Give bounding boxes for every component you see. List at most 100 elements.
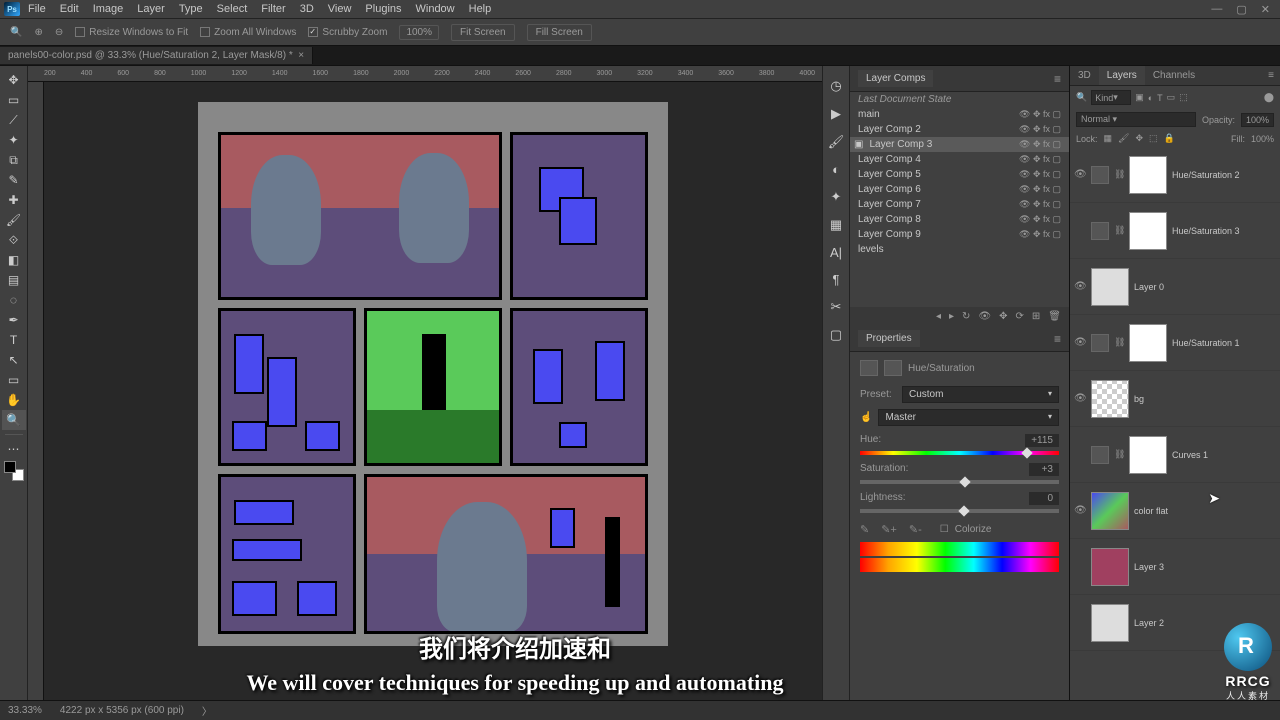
menu-image[interactable]: Image <box>87 1 130 17</box>
zoom-all-checkbox[interactable]: Zoom All Windows <box>200 27 296 38</box>
layer-thumbnail[interactable] <box>1129 212 1167 250</box>
update-fx-icon[interactable]: ⟳ <box>1016 311 1024 322</box>
layer-thumbnail[interactable] <box>1091 548 1129 586</box>
layer-comp-row[interactable]: Layer Comp 9👁 ✥ fx ▢ <box>850 227 1069 242</box>
layer-thumbnail[interactable] <box>1091 604 1129 642</box>
last-document-state[interactable]: Last Document State <box>850 92 1069 107</box>
prev-comp-icon[interactable]: ◂ <box>936 311 941 322</box>
fit-screen-button[interactable]: Fit Screen <box>451 24 515 41</box>
finger-icon[interactable]: ☝ <box>860 412 872 423</box>
visibility-toggle-icon[interactable]: 👁 <box>1074 281 1086 292</box>
visibility-toggle-icon[interactable]: 👁 <box>1074 393 1086 404</box>
path-tool-icon[interactable]: ↖ <box>2 350 26 370</box>
update-vis-icon[interactable]: 👁 <box>978 311 991 322</box>
layer-name[interactable]: Layer 0 <box>1134 282 1164 292</box>
layer-comp-row[interactable]: Layer Comp 5👁 ✥ fx ▢ <box>850 167 1069 182</box>
visibility-toggle-icon[interactable]: 👁 <box>1074 505 1086 516</box>
layer-name[interactable]: Curves 1 <box>1172 450 1208 460</box>
fg-color-swatch[interactable] <box>4 461 16 473</box>
lock-paint-icon[interactable]: 🖌 <box>1118 133 1129 144</box>
fill-input[interactable]: 100% <box>1251 134 1274 144</box>
layer-thumbnail[interactable] <box>1091 492 1129 530</box>
menu-3d[interactable]: 3D <box>294 1 320 17</box>
eyedropper-minus-icon[interactable]: ✎- <box>909 523 922 536</box>
close-icon[interactable]: ✕ <box>1261 3 1270 16</box>
maximize-icon[interactable]: ▢ <box>1236 3 1246 16</box>
layer-comp-row[interactable]: Layer Comp 7👁 ✥ fx ▢ <box>850 197 1069 212</box>
layer-name[interactable]: Hue/Saturation 2 <box>1172 170 1240 180</box>
panel-menu-icon[interactable]: ≡ <box>1262 66 1280 85</box>
layer-comp-row[interactable]: Layer Comp 6👁 ✥ fx ▢ <box>850 182 1069 197</box>
type-tool-icon[interactable]: T <box>2 330 26 350</box>
lasso-tool-icon[interactable]: ⟋ <box>2 110 26 130</box>
scrubby-zoom-checkbox[interactable]: Scrubby Zoom <box>308 27 387 38</box>
fill-screen-button[interactable]: Fill Screen <box>527 24 592 41</box>
menu-view[interactable]: View <box>322 1 358 17</box>
layer-comp-row[interactable]: levels <box>850 242 1069 257</box>
layer-row[interactable]: ⛓ Curves 1 <box>1070 427 1280 483</box>
eyedropper-icon[interactable]: ✎ <box>860 523 869 536</box>
layer-row[interactable]: Layer 3 <box>1070 539 1280 595</box>
filter-toggle[interactable]: ⬤ <box>1264 92 1274 103</box>
layer-comp-row[interactable]: Layer Comp 4👁 ✥ fx ▢ <box>850 152 1069 167</box>
layer-row[interactable]: 👁 color flat <box>1070 483 1280 539</box>
lightness-value[interactable]: 0 <box>1029 492 1059 505</box>
pen-tool-icon[interactable]: ✒ <box>2 310 26 330</box>
link-icon[interactable]: ⛓ <box>1114 449 1124 460</box>
heal-tool-icon[interactable]: ✚ <box>2 190 26 210</box>
resize-windows-checkbox[interactable]: Resize Windows to Fit <box>75 27 188 38</box>
layer-name[interactable]: Layer 3 <box>1134 562 1164 572</box>
adjustments-panel-icon[interactable]: ◐ <box>832 162 840 177</box>
update-comp-icon[interactable]: ↻ <box>962 311 970 322</box>
layer-name[interactable]: color flat <box>1134 506 1168 516</box>
layer-comp-row[interactable]: ▣Layer Comp 3👁 ✥ fx ▢ <box>850 137 1069 152</box>
menu-filter[interactable]: Filter <box>255 1 291 17</box>
menu-help[interactable]: Help <box>463 1 498 17</box>
eyedropper-tool-icon[interactable]: ✎ <box>2 170 26 190</box>
zoom-out-icon[interactable]: ⊖ <box>55 27 63 38</box>
brush-tool-icon[interactable]: 🖌 <box>2 210 26 230</box>
properties-tab[interactable]: Properties <box>858 330 920 347</box>
hue-slider[interactable] <box>860 451 1059 455</box>
layer-thumbnail[interactable] <box>1091 268 1129 306</box>
link-icon[interactable]: ⛓ <box>1114 225 1124 236</box>
gradient-tool-icon[interactable]: ▤ <box>2 270 26 290</box>
menu-window[interactable]: Window <box>410 1 461 17</box>
link-icon[interactable]: ⛓ <box>1114 169 1124 180</box>
layer-row[interactable]: Layer 2 <box>1070 595 1280 651</box>
layer-thumbnail[interactable] <box>1091 380 1129 418</box>
filter-pixel-icon[interactable]: ▣ <box>1135 92 1144 103</box>
eraser-tool-icon[interactable]: ◧ <box>2 250 26 270</box>
minimize-icon[interactable]: — <box>1211 3 1222 16</box>
saturation-slider[interactable] <box>860 480 1059 484</box>
color-swatches[interactable] <box>4 461 24 481</box>
actions-panel-icon[interactable]: ▶ <box>831 106 841 122</box>
layer-name[interactable]: bg <box>1134 394 1144 404</box>
layer-row[interactable]: 👁 bg <box>1070 371 1280 427</box>
hand-tool-icon[interactable]: ✋ <box>2 390 26 410</box>
paragraph-panel-icon[interactable]: ¶ <box>833 272 840 287</box>
menu-select[interactable]: Select <box>211 1 254 17</box>
next-comp-icon[interactable]: ▸ <box>949 311 954 322</box>
layer-comps-tab[interactable]: Layer Comps <box>858 70 933 87</box>
layer-comp-row[interactable]: Layer Comp 2👁 ✥ fx ▢ <box>850 122 1069 137</box>
zoom-tool-icon[interactable]: 🔍 <box>2 410 26 430</box>
saturation-value[interactable]: +3 <box>1029 463 1059 476</box>
filter-icon[interactable]: 🔍 <box>1076 92 1087 103</box>
stamp-tool-icon[interactable]: ⟐ <box>2 230 26 250</box>
character-panel-icon[interactable]: A| <box>830 245 842 260</box>
blend-mode-dropdown[interactable]: Normal ▾ <box>1076 112 1196 127</box>
menu-type[interactable]: Type <box>173 1 209 17</box>
layer-thumbnail[interactable] <box>1129 436 1167 474</box>
libraries-panel-icon[interactable]: ▢ <box>830 327 842 343</box>
zoom-in-icon[interactable]: ⊕ <box>34 27 42 38</box>
shape-tool-icon[interactable]: ▭ <box>2 370 26 390</box>
document-tab[interactable]: panels00-color.psd @ 33.3% (Hue/Saturati… <box>0 47 313 64</box>
panel-menu-icon[interactable]: ≡ <box>1054 332 1061 346</box>
tool-presets-icon[interactable]: ✂ <box>831 299 842 315</box>
tab-channels[interactable]: Channels <box>1145 66 1203 85</box>
layer-row[interactable]: 👁⛓Hue/Saturation 2 <box>1070 147 1280 203</box>
layer-name[interactable]: Layer 2 <box>1134 618 1164 628</box>
layer-row[interactable]: 👁 Layer 0 <box>1070 259 1280 315</box>
info-chevron-icon[interactable]: 〉 <box>202 703 212 718</box>
